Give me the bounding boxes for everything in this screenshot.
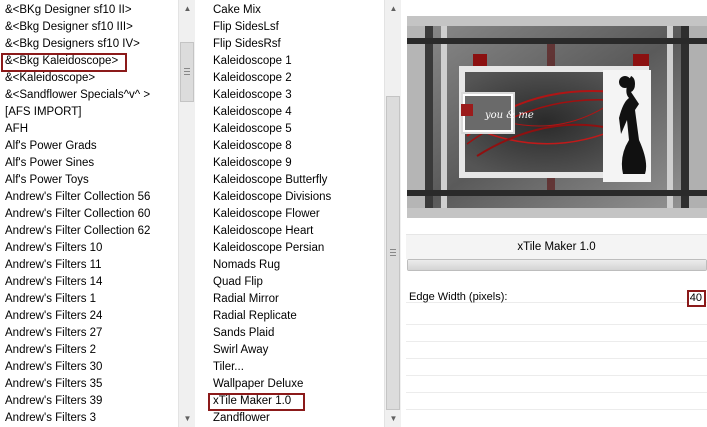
category-item[interactable]: &<Bkg Designer sf10 III>	[5, 19, 133, 36]
filter-item[interactable]: Flip SidesLsf	[213, 19, 279, 36]
scroll-down-arrow-icon[interactable]: ▼	[385, 410, 402, 427]
parameter-area: Edge Width (pixels): 40	[406, 286, 707, 427]
filter-item[interactable]: Sands Plaid	[213, 325, 274, 342]
progress-bar	[407, 259, 707, 271]
category-item[interactable]: [AFS IMPORT]	[5, 104, 81, 121]
category-item[interactable]: Andrew's Filters 39	[5, 393, 102, 410]
category-item[interactable]: Andrew's Filters 11	[5, 257, 102, 274]
filter-item[interactable]: Kaleidoscope 3	[213, 87, 292, 104]
parameter-row	[406, 393, 707, 410]
filter-item[interactable]: Kaleidoscope 1	[213, 53, 292, 70]
grip-lines-icon	[390, 249, 396, 250]
filter-item[interactable]: Radial Mirror	[213, 291, 279, 308]
category-item[interactable]: Andrew's Filter Collection 60	[5, 206, 150, 223]
selected-category-highlight	[1, 53, 127, 72]
parameter-row	[406, 308, 707, 325]
parameter-row-edge-width: Edge Width (pixels): 40	[406, 286, 707, 307]
parameter-row	[406, 325, 707, 342]
filter-list[interactable]: Cake Mix Flip SidesLsf Flip SidesRsf Kaleid…	[209, 0, 384, 427]
filter-item[interactable]: Kaleidoscope Flower	[213, 206, 320, 223]
filter-item[interactable]: Kaleidoscope 8	[213, 138, 292, 155]
category-item[interactable]: Alf's Power Sines	[5, 155, 94, 172]
progress-fill	[408, 260, 706, 270]
kaleidoscope-preview-graphic: you & me	[407, 16, 707, 218]
grip-lines-icon	[184, 68, 190, 69]
category-item[interactable]: Andrew's Filters 27	[5, 325, 102, 342]
filter-item[interactable]: Kaleidoscope Heart	[213, 223, 313, 240]
filter-scrollbar[interactable]: ▲ ▼	[384, 0, 401, 427]
category-item[interactable]: Andrew's Filters 10	[5, 240, 102, 257]
preview-caption: you & me	[484, 110, 534, 121]
scroll-up-arrow-icon[interactable]: ▲	[179, 0, 196, 17]
parameter-row	[406, 359, 707, 376]
filter-item[interactable]: Flip SidesRsf	[213, 36, 281, 53]
scrollbar-thumb[interactable]	[386, 96, 400, 410]
filter-item[interactable]: Kaleidoscope Persian	[213, 240, 324, 257]
category-scrollbar[interactable]: ▲ ▼	[178, 0, 195, 427]
category-item[interactable]: &<Bkg Designers sf10 IV>	[5, 36, 140, 53]
filter-item[interactable]: Kaleidoscope 9	[213, 155, 292, 172]
selected-filter-highlight	[208, 393, 305, 411]
preview-image: you & me	[407, 16, 707, 218]
filter-item[interactable]: Swirl Away	[213, 342, 268, 359]
filter-item[interactable]: Zandflower	[213, 410, 270, 427]
edge-width-input[interactable]: 40	[687, 290, 706, 307]
parameter-row	[406, 342, 707, 359]
category-item[interactable]: Andrew's Filters 3	[5, 410, 96, 427]
filter-item[interactable]: Kaleidoscope Butterfly	[213, 172, 327, 189]
filter-item[interactable]: Kaleidoscope 2	[213, 70, 292, 87]
scrollbar-thumb[interactable]	[180, 42, 194, 102]
filter-title: xTile Maker 1.0	[406, 234, 707, 259]
category-item[interactable]: &<Sandflower Specials^v^ >	[5, 87, 150, 104]
category-item[interactable]: Andrew's Filters 30	[5, 359, 102, 376]
filter-item[interactable]: Wallpaper Deluxe	[213, 376, 303, 393]
category-item[interactable]: AFH	[5, 121, 28, 138]
scroll-down-arrow-icon[interactable]: ▼	[179, 410, 196, 427]
edge-width-label: Edge Width (pixels):	[409, 291, 508, 303]
filter-item[interactable]: Kaleidoscope 4	[213, 104, 292, 121]
category-item[interactable]: Alf's Power Grads	[5, 138, 97, 155]
category-item[interactable]: Andrew's Filters 24	[5, 308, 102, 325]
scroll-up-arrow-icon[interactable]: ▲	[385, 0, 402, 17]
filter-item[interactable]: Kaleidoscope Divisions	[213, 189, 331, 206]
filter-item[interactable]: Quad Flip	[213, 274, 263, 291]
category-item[interactable]: &<Kaleidoscope>	[5, 70, 95, 87]
category-item[interactable]: Andrew's Filters 14	[5, 274, 102, 291]
filter-item[interactable]: Radial Replicate	[213, 308, 297, 325]
filter-item[interactable]: Nomads Rug	[213, 257, 280, 274]
category-item[interactable]: Andrew's Filter Collection 62	[5, 223, 150, 240]
filter-item[interactable]: Tiler...	[213, 359, 244, 376]
category-item[interactable]: Andrew's Filters 2	[5, 342, 96, 359]
category-item[interactable]: Andrew's Filters 35	[5, 376, 102, 393]
category-item[interactable]: &<BKg Designer sf10 II>	[5, 2, 132, 19]
parameter-row	[406, 376, 707, 393]
category-item[interactable]: Alf's Power Toys	[5, 172, 89, 189]
category-item[interactable]: Andrew's Filter Collection 56	[5, 189, 150, 206]
category-item[interactable]: Andrew's Filters 1	[5, 291, 96, 308]
filter-item[interactable]: Kaleidoscope 5	[213, 121, 292, 138]
filter-item[interactable]: Cake Mix	[213, 2, 261, 19]
